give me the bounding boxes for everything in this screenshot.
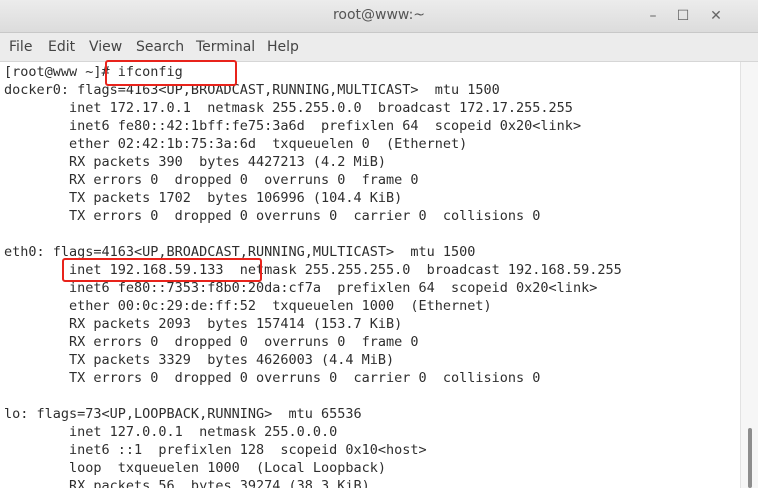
terminal-line: RX packets 390 bytes 4427213 (4.2 MiB) (4, 154, 387, 170)
terminal-line: TX packets 3329 bytes 4626003 (4.4 MiB) (4, 352, 395, 368)
terminal-output[interactable]: [root@www ~]# ifconfig docker0: flags=41… (0, 60, 740, 488)
menu-help[interactable]: Help (267, 39, 299, 55)
terminal-line: RX errors 0 dropped 0 overruns 0 frame 0 (4, 334, 419, 350)
terminal-line: RX errors 0 dropped 0 overruns 0 frame 0 (4, 172, 419, 188)
scrollbar-thumb[interactable] (748, 428, 752, 488)
menu-view[interactable]: View (89, 39, 122, 55)
terminal-line: inet 172.17.0.1 netmask 255.255.0.0 broa… (4, 100, 573, 116)
terminal-line: RX packets 2093 bytes 157414 (153.7 KiB) (4, 316, 403, 332)
terminal-line: ether 02:42:1b:75:3a:6d txqueuelen 0 (Et… (4, 136, 468, 152)
terminal-line: loop txqueuelen 1000 (Local Loopback) (4, 460, 387, 476)
terminal-line: docker0: flags=4163<UP,BROADCAST,RUNNING… (4, 82, 500, 98)
command-highlight-box (105, 60, 237, 86)
terminal-line: ether 00:0c:29:de:ff:52 txqueuelen 1000 … (4, 298, 492, 314)
maximize-icon[interactable]: ☐ (673, 6, 693, 26)
minimize-icon[interactable]: – (643, 6, 663, 26)
terminal-line: inet6 ::1 prefixlen 128 scopeid 0x10<hos… (4, 442, 427, 458)
menu-search[interactable]: Search (136, 39, 184, 55)
scrollbar[interactable] (740, 62, 758, 488)
menu-bar: File Edit View Search Terminal Help (0, 33, 758, 62)
menu-file[interactable]: File (9, 39, 32, 55)
terminal-line: lo: flags=73<UP,LOOPBACK,RUNNING> mtu 65… (4, 406, 362, 422)
terminal-window: root@www:~ – ☐ ✕ File Edit View Search T… (0, 0, 758, 488)
terminal-line: inet 127.0.0.1 netmask 255.0.0.0 (4, 424, 338, 440)
menu-edit[interactable]: Edit (48, 39, 75, 55)
title-bar[interactable]: root@www:~ – ☐ ✕ (0, 0, 758, 33)
terminal-line: RX packets 56 bytes 39274 (38.3 KiB) (4, 478, 370, 488)
close-icon[interactable]: ✕ (706, 6, 726, 26)
terminal-line: inet6 fe80::42:1bff:fe75:3a6d prefixlen … (4, 118, 582, 134)
menu-terminal[interactable]: Terminal (196, 39, 255, 55)
ip-highlight-box (62, 258, 262, 282)
terminal-line: TX errors 0 dropped 0 overruns 0 carrier… (4, 370, 541, 386)
terminal-line: TX packets 1702 bytes 106996 (104.4 KiB) (4, 190, 403, 206)
terminal-line: TX errors 0 dropped 0 overruns 0 carrier… (4, 208, 541, 224)
